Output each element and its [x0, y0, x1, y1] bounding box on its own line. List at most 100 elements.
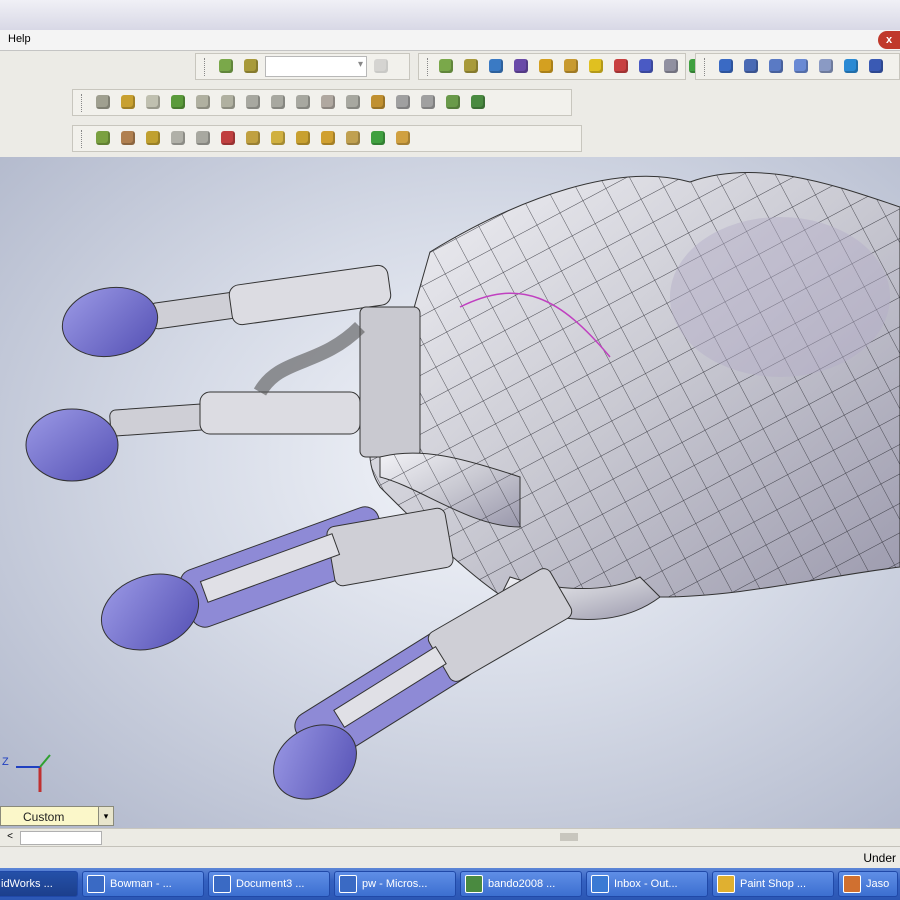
hole-icon[interactable]	[242, 128, 264, 149]
taskbar-button[interactable]: Paint Shop ...	[712, 871, 834, 897]
app-icon	[465, 875, 483, 893]
palm-shading	[670, 217, 890, 377]
toolbar-sketch	[72, 89, 572, 116]
finger-little	[273, 568, 661, 800]
pan-icon[interactable]	[865, 56, 887, 77]
rib-icon[interactable]	[292, 128, 314, 149]
measure-icon[interactable]	[660, 56, 682, 77]
graphics-area[interactable]: Z	[0, 157, 900, 830]
app-icon	[717, 875, 735, 893]
circular-pattern-icon[interactable]	[417, 92, 439, 113]
rebuild-icon[interactable]	[370, 56, 392, 77]
taskbar-button[interactable]: Jaso	[838, 871, 898, 897]
check-icon[interactable]	[585, 56, 607, 77]
coordinate-triad: Z	[2, 754, 51, 792]
taskbar-label: pw - Micros...	[362, 878, 428, 890]
view-orientation-value: Custom	[23, 810, 65, 824]
taskbar-label: Jaso	[866, 878, 890, 890]
title-bar	[0, 0, 900, 31]
menu-help[interactable]: Help	[8, 33, 31, 45]
command-toolbars	[0, 51, 900, 157]
view-orientation-select[interactable]: Custom ▾	[0, 806, 114, 826]
insert-component-icon[interactable]	[240, 56, 262, 77]
zoom-fit-icon[interactable]	[740, 56, 762, 77]
mirror-icon[interactable]	[317, 92, 339, 113]
loft-icon[interactable]	[167, 128, 189, 149]
sweep-icon[interactable]	[142, 128, 164, 149]
taskbar-label: Bowman - ...	[110, 878, 172, 890]
linear-pattern-icon[interactable]	[392, 92, 414, 113]
toolbar-grip[interactable]	[81, 93, 85, 112]
new-part-icon[interactable]	[92, 92, 114, 113]
scroll-left-icon[interactable]: <	[3, 830, 17, 844]
horizontal-scrollbar[interactable]: <	[0, 828, 900, 846]
status-text: Under	[863, 851, 896, 865]
triad-z-label: Z	[2, 756, 9, 768]
toolbar-view	[695, 53, 900, 80]
mate-tool-icon[interactable]	[435, 56, 457, 77]
toolbar-grip[interactable]	[427, 57, 428, 76]
grid-icon[interactable]	[560, 56, 582, 77]
toolbar-grip[interactable]	[81, 129, 85, 148]
toolbar-features	[72, 125, 582, 152]
select-icon[interactable]	[715, 56, 737, 77]
insert-component-icon[interactable]	[460, 56, 482, 77]
move-icon[interactable]	[442, 92, 464, 113]
line-icon[interactable]	[142, 92, 164, 113]
taskbar-label: bando2008 ...	[488, 878, 556, 890]
toolbar-grip[interactable]	[704, 57, 708, 76]
trim-icon[interactable]	[342, 92, 364, 113]
zoom-in-out-icon[interactable]	[790, 56, 812, 77]
taskbar-button[interactable]: Document3 ...	[208, 871, 330, 897]
finger-middle	[25, 321, 365, 482]
offset-icon[interactable]	[292, 92, 314, 113]
toolbar-grip[interactable]	[204, 57, 208, 76]
dome-icon[interactable]	[342, 128, 364, 149]
scroll-track[interactable]	[20, 831, 102, 845]
options-icon[interactable]	[610, 56, 632, 77]
toolbar-assembly	[195, 53, 410, 80]
fillet-icon[interactable]	[242, 92, 264, 113]
extrude-icon[interactable]	[92, 128, 114, 149]
toolbar-tools	[418, 53, 728, 80]
taskbar-button[interactable]: bando2008 ...	[460, 871, 582, 897]
taskbar-button[interactable]: pw - Micros...	[334, 871, 456, 897]
app-icon	[213, 875, 231, 893]
relations-icon[interactable]	[535, 56, 557, 77]
feature-icon[interactable]	[367, 128, 389, 149]
save-icon[interactable]	[117, 92, 139, 113]
zoom-area-icon[interactable]	[765, 56, 787, 77]
taskbar-button[interactable]: idWorks ...	[0, 871, 78, 897]
app-icon	[591, 875, 609, 893]
mate-tool-icon[interactable]	[215, 56, 237, 77]
chamfer-icon[interactable]	[267, 92, 289, 113]
shell-icon[interactable]	[267, 128, 289, 149]
hand-model-render: Z	[2, 172, 900, 800]
arc-icon[interactable]	[167, 92, 189, 113]
appearance-icon[interactable]	[392, 128, 414, 149]
app-icon	[843, 875, 861, 893]
smart-dimension-icon[interactable]	[510, 56, 532, 77]
draft-icon[interactable]	[317, 128, 339, 149]
circle-icon[interactable]	[192, 92, 214, 113]
sum-icon[interactable]	[635, 56, 657, 77]
boundary-icon[interactable]	[192, 128, 214, 149]
taskbar-label: Document3 ...	[236, 878, 305, 890]
ref-geometry-icon[interactable]	[467, 92, 489, 113]
menu-bar: Help	[0, 30, 900, 51]
configuration-select[interactable]	[265, 56, 367, 77]
scroll-splitter[interactable]	[560, 833, 578, 841]
pattern-icon[interactable]	[367, 92, 389, 113]
zoom-selection-icon[interactable]	[815, 56, 837, 77]
rotate-icon[interactable]	[840, 56, 862, 77]
close-document-button[interactable]: x	[878, 31, 900, 49]
app-icon	[339, 875, 357, 893]
cut-icon[interactable]	[217, 128, 239, 149]
spline-icon[interactable]	[217, 92, 239, 113]
taskbar-button[interactable]: Inbox - Out...	[586, 871, 708, 897]
chevron-down-icon[interactable]: ▾	[98, 807, 113, 825]
revolve-icon[interactable]	[117, 128, 139, 149]
sketch-icon[interactable]	[485, 56, 507, 77]
taskbar-label: Paint Shop ...	[740, 878, 807, 890]
taskbar-button[interactable]: Bowman - ...	[82, 871, 204, 897]
